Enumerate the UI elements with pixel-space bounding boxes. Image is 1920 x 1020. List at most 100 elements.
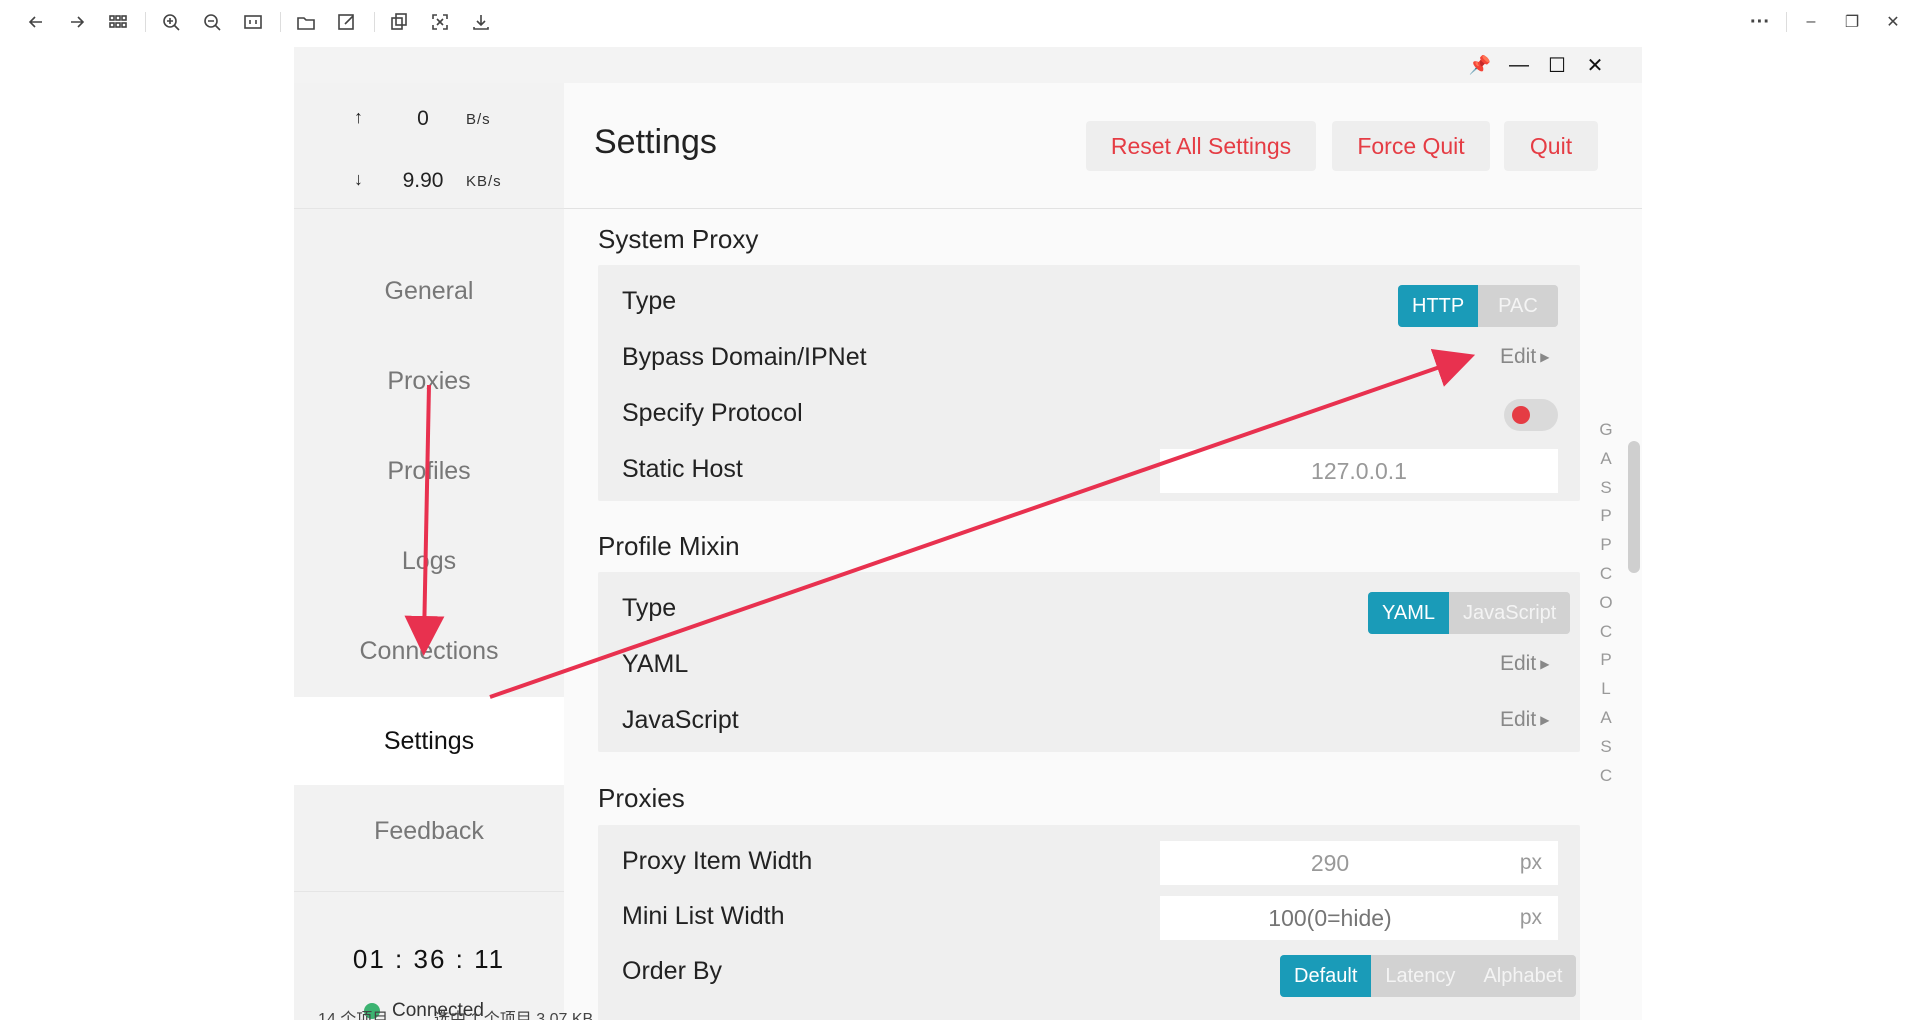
download-arrow-icon: ↓ xyxy=(354,169,363,189)
edit-link-label: Edit xyxy=(1500,708,1537,731)
download-icon[interactable] xyxy=(467,8,495,36)
order-default-option[interactable]: Default xyxy=(1280,955,1372,997)
close-icon[interactable]: ✕ xyxy=(1580,51,1610,79)
yaml-label: YAML xyxy=(622,650,689,678)
back-icon[interactable] xyxy=(22,8,50,36)
fit-icon[interactable] xyxy=(239,8,267,36)
static-host-input[interactable] xyxy=(1160,449,1558,493)
profile-mixin-type-row: Type YAML JavaScript xyxy=(598,582,1580,638)
http-option[interactable]: HTTP xyxy=(1398,285,1478,327)
uptime-clock: 01 : 36 : 11 xyxy=(352,944,506,974)
nav-settings[interactable]: Settings xyxy=(294,697,564,785)
system-proxy-type-segmented: HTTP PAC xyxy=(1398,285,1558,327)
index-letter[interactable]: C xyxy=(1594,622,1618,651)
yaml-edit-link[interactable]: Edit ▶ xyxy=(1500,652,1549,676)
download-unit: KB/s xyxy=(466,173,502,190)
bypass-row: Bypass Domain/IPNet Edit ▶ xyxy=(598,331,1580,387)
scrollbar-thumb[interactable] xyxy=(1628,441,1640,573)
viewer-close-icon[interactable]: ✕ xyxy=(1879,8,1907,36)
yaml-option[interactable]: YAML xyxy=(1368,592,1449,634)
pin-icon[interactable]: 📌 xyxy=(1465,51,1495,79)
viewer-restore-icon[interactable]: ❐ xyxy=(1838,8,1866,36)
index-letter[interactable]: C xyxy=(1594,564,1618,593)
edit-link-label: Edit xyxy=(1500,652,1537,675)
index-letter[interactable]: P xyxy=(1594,506,1618,535)
yaml-row: YAML Edit ▶ xyxy=(598,638,1580,694)
toggle-knob xyxy=(1512,406,1530,424)
pac-option[interactable]: PAC xyxy=(1478,285,1558,327)
upload-speed: ↑ 0 B/s xyxy=(354,107,554,137)
quit-button[interactable]: Quit xyxy=(1504,121,1598,171)
zoom-out-icon[interactable] xyxy=(198,8,226,36)
proxy-item-width-field: px xyxy=(1160,841,1558,885)
index-letter[interactable]: P xyxy=(1594,650,1618,679)
profile-mixin-card: Type YAML JavaScript YAML Edit ▶ JavaScri… xyxy=(598,572,1580,752)
index-letter[interactable]: S xyxy=(1594,478,1618,507)
reset-all-settings-button[interactable]: Reset All Settings xyxy=(1086,121,1316,171)
download-speed: ↓ 9.90 KB/s xyxy=(354,169,554,199)
order-alphabet-option[interactable]: Alphabet xyxy=(1469,955,1577,997)
grid-icon[interactable] xyxy=(104,8,132,36)
mini-list-width-input[interactable] xyxy=(1160,896,1500,940)
settings-header: Settings Reset All Settings Force Quit Q… xyxy=(564,83,1642,209)
mini-list-width-label: Mini List Width xyxy=(622,902,785,930)
javascript-option[interactable]: JavaScript xyxy=(1448,592,1571,634)
index-letter[interactable]: A xyxy=(1594,708,1618,737)
app-sidebar: ↑ 0 B/s ↓ 9.90 KB/s General Proxies Prof… xyxy=(294,83,564,1020)
specify-protocol-row: Specify Protocol xyxy=(598,387,1580,443)
toolbar-divider xyxy=(374,12,375,32)
px-unit: px xyxy=(1519,851,1542,874)
specify-protocol-toggle[interactable] xyxy=(1504,399,1558,431)
index-letter[interactable]: A xyxy=(1594,449,1618,478)
px-unit: px xyxy=(1519,906,1542,929)
minimize-icon[interactable]: — xyxy=(1504,51,1534,79)
bypass-label: Bypass Domain/IPNet xyxy=(622,343,867,371)
bypass-edit-link[interactable]: Edit ▶ xyxy=(1500,345,1549,369)
crop-icon[interactable] xyxy=(426,8,454,36)
index-letter[interactable]: O xyxy=(1594,593,1618,622)
javascript-edit-link[interactable]: Edit ▶ xyxy=(1500,708,1549,732)
specify-protocol-label: Specify Protocol xyxy=(622,399,803,427)
image-viewer-toolbar: ··· – ❐ ✕ xyxy=(0,0,1920,44)
app-screenshot: 📌 — ☐ ✕ ↑ 0 B/s ↓ 9.90 KB/s General Prox… xyxy=(288,47,1642,1020)
maximize-icon[interactable]: ☐ xyxy=(1542,51,1572,79)
proxy-item-width-row: Proxy Item Width px xyxy=(598,835,1580,891)
edit-link-label: Edit xyxy=(1500,345,1537,368)
selection-info: 选中 1 个项目 3.07 KB xyxy=(434,1011,594,1020)
system-proxy-type-row: Type HTTP PAC xyxy=(598,275,1580,331)
index-letter[interactable]: P xyxy=(1594,535,1618,564)
sidebar-footer: 01 : 36 : 11 Connected xyxy=(294,891,564,1020)
nav-proxies[interactable]: Proxies xyxy=(294,337,564,425)
zoom-in-icon[interactable] xyxy=(157,8,185,36)
viewer-minimize-icon[interactable]: – xyxy=(1797,8,1825,36)
nav-connections[interactable]: Connections xyxy=(294,607,564,695)
toolbar-divider xyxy=(280,12,281,32)
index-letter[interactable]: G xyxy=(1594,420,1618,449)
index-letter[interactable]: C xyxy=(1594,766,1618,795)
profile-mixin-type-segmented: YAML JavaScript xyxy=(1368,592,1571,634)
nav-logs[interactable]: Logs xyxy=(294,517,564,605)
download-value: 9.90 xyxy=(402,169,444,192)
index-letter[interactable]: S xyxy=(1594,737,1618,766)
more-icon[interactable]: ··· xyxy=(1746,8,1774,36)
profile-mixin-title: Profile Mixin xyxy=(598,531,740,561)
system-proxy-title: System Proxy xyxy=(598,224,759,254)
item-count: 14 个项目 xyxy=(318,1011,389,1020)
caret-right-icon: ▶ xyxy=(1540,713,1550,728)
section-index: G A S P P C O C P L A S C xyxy=(1594,420,1618,794)
copy-icon[interactable] xyxy=(385,8,413,36)
folder-icon[interactable] xyxy=(292,8,320,36)
force-quit-button[interactable]: Force Quit xyxy=(1332,121,1490,171)
upload-unit: B/s xyxy=(466,111,491,128)
index-letter[interactable]: L xyxy=(1594,679,1618,708)
system-proxy-type-label: Type xyxy=(622,287,677,315)
nav-general[interactable]: General xyxy=(294,247,564,335)
nav-profiles[interactable]: Profiles xyxy=(294,427,564,515)
javascript-row: JavaScript Edit ▶ xyxy=(598,694,1580,750)
nav-feedback[interactable]: Feedback xyxy=(294,787,564,875)
proxy-item-width-input[interactable] xyxy=(1160,841,1500,885)
order-latency-option[interactable]: Latency xyxy=(1371,955,1470,997)
forward-icon[interactable] xyxy=(63,8,91,36)
proxies-card: Proxy Item Width px Mini List Width px O… xyxy=(598,825,1580,1020)
edit-icon[interactable] xyxy=(333,8,361,36)
